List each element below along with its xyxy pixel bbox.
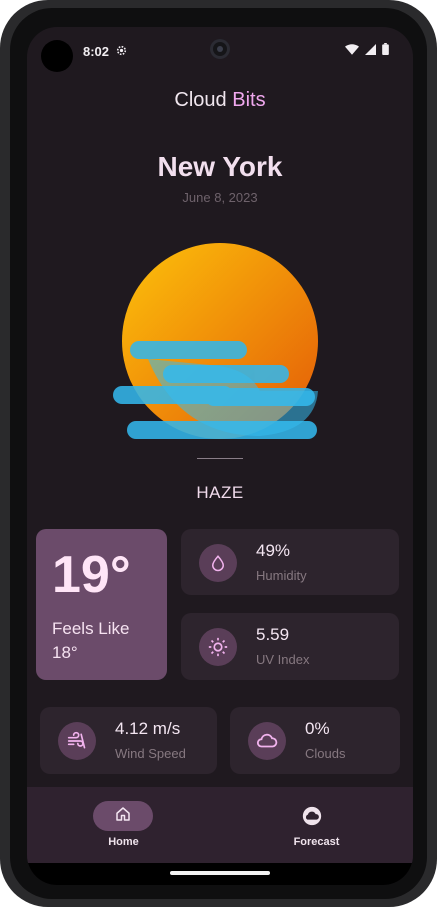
wind-speed-card: 4.12 m/s Wind Speed — [40, 707, 217, 774]
app-title-part2: Bits — [232, 89, 266, 111]
nav-item-forecast[interactable]: Forecast — [220, 787, 413, 863]
battery-icon — [382, 43, 389, 58]
haze-weather-icon — [110, 241, 320, 446]
power-button — [432, 330, 437, 420]
camera-cutout — [41, 40, 73, 72]
wind-speed-value: 4.12 m/s — [115, 719, 181, 738]
cloud-icon — [248, 722, 286, 760]
current-date: June 8, 2023 — [182, 190, 258, 205]
app-screen: 8:02 Cloud Bits New York June 8, 2023 HA… — [27, 27, 413, 885]
uv-index-label: UV Index — [256, 652, 310, 667]
wind-speed-label: Wind Speed — [115, 746, 186, 761]
weather-condition: HAZE — [196, 483, 244, 502]
humidity-card: 49% Humidity — [181, 529, 399, 595]
wifi-icon — [345, 43, 359, 58]
temperature-card: 19° Feels Like 18° — [36, 529, 167, 680]
droplet-icon — [199, 544, 237, 582]
uv-index-card: 5.59 UV Index — [181, 613, 399, 680]
clouds-label: Clouds — [305, 746, 346, 761]
home-icon — [114, 805, 132, 828]
status-bar: 8:02 — [27, 27, 413, 75]
city-name: New York — [157, 151, 283, 182]
nav-item-home[interactable]: Home — [27, 787, 220, 863]
signal-icon — [365, 43, 376, 58]
nav-home-indicator — [93, 801, 153, 831]
front-camera — [210, 39, 230, 59]
volume-button — [432, 232, 437, 282]
sun-icon — [199, 628, 237, 666]
app-title-part1: Cloud — [174, 89, 227, 111]
system-icons — [345, 43, 389, 58]
feels-like-label: Feels Like — [52, 619, 130, 638]
clouds-value: 0% — [305, 719, 330, 738]
humidity-value: 49% — [256, 541, 291, 560]
temperature-value: 19° — [52, 546, 131, 604]
feels-like-value: 18° — [52, 643, 78, 662]
wind-icon — [58, 722, 96, 760]
divider — [197, 458, 243, 459]
humidity-label: Humidity — [256, 568, 307, 583]
uv-index-value: 5.59 — [256, 625, 290, 644]
app-title: Cloud Bits — [27, 89, 413, 112]
forecast-icon — [301, 805, 323, 832]
home-gesture-handle[interactable] — [170, 871, 270, 875]
bottom-navigation: Home Forecast — [27, 787, 413, 863]
clouds-card: 0% Clouds — [230, 707, 400, 774]
feels-like: Feels Like 18° — [52, 617, 129, 665]
status-time: 8:02 — [83, 44, 110, 59]
settings-icon — [115, 44, 128, 60]
nav-home-label: Home — [108, 836, 139, 848]
nav-forecast-label: Forecast — [293, 836, 340, 848]
